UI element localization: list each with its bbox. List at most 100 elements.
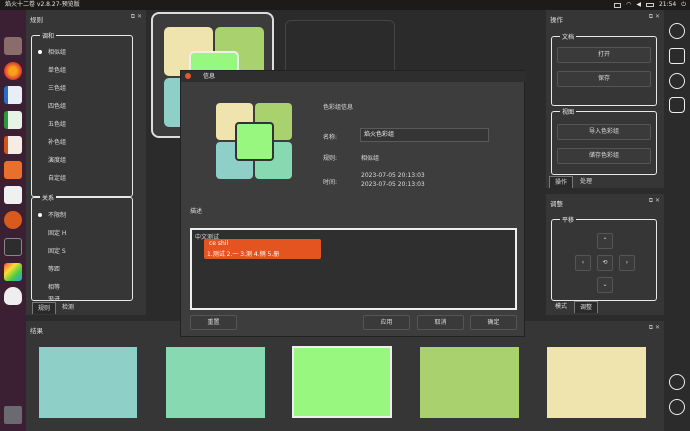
- radio-dot: [38, 212, 42, 217]
- hexagon-tool-icon[interactable]: [669, 97, 685, 113]
- harmony-group: 调和 相似组 单色组 三色组 四色组 五色组 补色组 演度组 自定组: [31, 31, 133, 197]
- firefox-icon[interactable]: [4, 62, 22, 80]
- terminal-icon[interactable]: [4, 238, 22, 256]
- save-button[interactable]: 保存: [557, 71, 651, 87]
- dialog-titlebar: 信息: [181, 71, 526, 82]
- writer-icon[interactable]: [4, 86, 22, 104]
- radio-gradient[interactable]: 演度组: [38, 155, 66, 164]
- rule-value: 相似组: [361, 155, 380, 162]
- tab-detect[interactable]: 检测: [56, 302, 80, 314]
- radio-mono[interactable]: 单色组: [38, 65, 66, 74]
- radio-fixed-s[interactable]: 固定 S: [38, 246, 66, 255]
- trash-icon[interactable]: [4, 406, 22, 424]
- rule-label: 规则:: [323, 155, 338, 162]
- square-tool-icon[interactable]: [669, 48, 685, 64]
- tab-rules[interactable]: 规则: [32, 302, 56, 314]
- result-swatch-3[interactable]: [292, 346, 392, 418]
- radio-fixed-h[interactable]: 固定 H: [38, 228, 66, 237]
- float-close-icon[interactable]: ⧉ ✕: [131, 13, 142, 21]
- radio-pentad[interactable]: 五色组: [38, 119, 66, 128]
- colors-icon[interactable]: [4, 263, 22, 281]
- radio-custom[interactable]: 自定组: [38, 173, 66, 182]
- time-label: 时间:: [323, 179, 338, 186]
- radio-equal[interactable]: 相等: [38, 282, 60, 291]
- tab-adjust[interactable]: 调整: [574, 301, 598, 313]
- radio-triad[interactable]: 三色组: [38, 83, 66, 92]
- close-icon[interactable]: [185, 73, 191, 79]
- info-icon[interactable]: [669, 399, 685, 415]
- radio-dot: [38, 176, 42, 180]
- name-label: 名称:: [323, 134, 338, 141]
- tab-mode[interactable]: 模式: [549, 301, 573, 313]
- radio-dot: [38, 122, 42, 126]
- preview-swatch-main: [235, 122, 274, 161]
- result-swatch-2[interactable]: [166, 347, 265, 418]
- amazon-icon[interactable]: [4, 186, 22, 204]
- ime-popup[interactable]: ce shil 1.测试 2.一 3.测 4.侧 5.册: [204, 239, 321, 259]
- triangle-tool-icon[interactable]: [669, 23, 685, 39]
- ok-button[interactable]: 确定: [470, 315, 517, 330]
- move-down-button[interactable]: ⌄: [597, 277, 613, 293]
- relation-group: 关系 不限制 固定 H 固定 S 等距 相等 渐进: [31, 193, 133, 301]
- radio-dot: [38, 158, 42, 162]
- circle-tool-icon[interactable]: [669, 73, 685, 89]
- radio-dot: [38, 68, 42, 72]
- name-field[interactable]: 焰火色彩组: [360, 128, 489, 142]
- import-palette-button[interactable]: 导入色彩组: [557, 124, 651, 140]
- linux-icon[interactable]: [4, 287, 22, 305]
- move-up-button[interactable]: ⌃: [597, 233, 613, 249]
- battery-icon[interactable]: [645, 3, 654, 7]
- radio-dot: [38, 104, 42, 108]
- group-label: 文档: [560, 32, 577, 41]
- radio-equidistant[interactable]: 等距: [38, 264, 60, 273]
- description-label: 描述: [190, 208, 203, 215]
- tab-operations[interactable]: 操作: [549, 176, 573, 188]
- open-button[interactable]: 打开: [557, 47, 651, 63]
- ime-candidates[interactable]: 1.测试 2.一 3.测 4.侧 5.册: [207, 249, 279, 258]
- radio-dot: [38, 249, 42, 253]
- top-bar: 焰火十二卷 v2.8.27-预览版 ◠ ◀ 21:54 ⏻: [0, 0, 690, 10]
- software-center-icon[interactable]: [4, 161, 22, 179]
- tab-process[interactable]: 处理: [574, 176, 598, 188]
- radio-unlimited[interactable]: 不限制: [38, 210, 66, 219]
- result-swatch-5[interactable]: [547, 347, 646, 418]
- time-created: 2023-07-05 20:13:03: [361, 172, 425, 179]
- reset-button[interactable]: 重置: [190, 315, 237, 330]
- move-left-button[interactable]: ‹: [575, 255, 591, 271]
- float-close-icon[interactable]: ⧉ ✕: [649, 197, 660, 205]
- gear-icon[interactable]: [669, 374, 685, 390]
- launcher: [0, 10, 26, 431]
- radio-dot: [38, 86, 42, 90]
- settings-icon[interactable]: [4, 211, 22, 229]
- keyboard-icon[interactable]: [614, 2, 622, 8]
- group-label: 平移: [560, 215, 577, 224]
- radio-tetrad[interactable]: 四色组: [38, 101, 66, 110]
- move-right-button[interactable]: ›: [619, 255, 635, 271]
- file-group: 文档 打开 保存: [551, 32, 657, 106]
- description-textarea[interactable]: 中文测试 ce shil 1.测试 2.一 3.测 4.侧 5.册: [190, 228, 517, 310]
- store-palette-button[interactable]: 储存色彩组: [557, 148, 651, 164]
- radio-similar[interactable]: 相似组: [38, 47, 66, 56]
- adjust-panel: 调整 ⧉ ✕ 平移 ⌃ ‹ ⟲ › ⌄ 模式 调整: [546, 194, 664, 315]
- reset-rotate-button[interactable]: ⟲: [597, 255, 613, 271]
- cancel-button[interactable]: 取消: [417, 315, 464, 330]
- files-icon[interactable]: [4, 37, 22, 55]
- result-swatch-1[interactable]: [39, 347, 137, 418]
- power-icon[interactable]: ⏻: [681, 0, 686, 10]
- wifi-icon[interactable]: ◠: [626, 0, 631, 10]
- panel-title: 结果: [30, 327, 43, 335]
- radio-complement[interactable]: 补色组: [38, 137, 66, 146]
- operations-panel: 操作 ⧉ ✕ 文档 打开 保存 视图 导入色彩组 储存色彩组 操作 处理: [546, 10, 664, 188]
- float-close-icon[interactable]: ⧉ ✕: [649, 324, 660, 332]
- apply-button[interactable]: 应用: [363, 315, 410, 330]
- volume-icon[interactable]: ◀: [636, 0, 641, 10]
- calc-icon[interactable]: [4, 111, 22, 129]
- section-title: 色彩组信息: [323, 104, 354, 111]
- float-close-icon[interactable]: ⧉ ✕: [649, 13, 660, 21]
- impress-icon[interactable]: [4, 136, 22, 154]
- radio-progressive[interactable]: 渐进: [38, 296, 60, 301]
- dialog-title: 信息: [203, 73, 216, 80]
- clock[interactable]: 21:54: [659, 0, 676, 10]
- rules-panel: 规则 ⧉ ✕ 调和 相似组 单色组 三色组 四色组 五色组 补色组 演度组 自定…: [26, 10, 146, 315]
- result-swatch-4[interactable]: [420, 347, 519, 418]
